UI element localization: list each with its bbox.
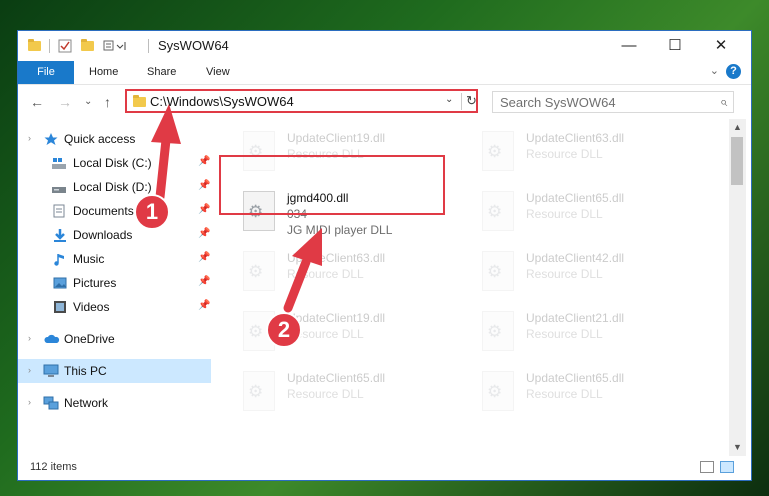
tab-file[interactable]: File [18, 61, 74, 84]
dll-file-icon [482, 311, 514, 351]
file-item[interactable]: UpdateClient42.dll Resource DLL [476, 245, 706, 301]
search-icon[interactable]: ⌕ [720, 94, 727, 110]
scroll-thumb[interactable] [731, 137, 743, 185]
window-title: SysWOW64 [158, 38, 229, 53]
search-placeholder: Search SysWOW64 [500, 95, 616, 110]
cloud-icon [44, 332, 60, 346]
sidebar-item-local-disk-d[interactable]: Local Disk (D:) 📌 [18, 175, 211, 199]
network-icon [43, 396, 59, 410]
scroll-down-button[interactable]: ▼ [729, 439, 746, 456]
pin-icon: 📌 [198, 228, 211, 239]
dll-file-icon [482, 191, 514, 231]
sidebar-item-downloads[interactable]: Downloads 📌 [18, 223, 211, 247]
customize-quick-access-icon[interactable] [103, 39, 129, 53]
file-item[interactable]: UpdateClient65.dll Resource DLL [476, 185, 706, 241]
sidebar-item-videos[interactable]: Videos 📌 [18, 295, 211, 319]
large-icons-view-icon[interactable] [720, 461, 734, 473]
downloads-icon [53, 228, 67, 242]
star-icon [44, 132, 58, 146]
forward-button[interactable]: → [58, 94, 72, 110]
sidebar-item-local-disk-c[interactable]: Local Disk (C:) 📌 [18, 151, 211, 175]
file-item[interactable]: UpdateClient65.dll Resource DLL [237, 365, 467, 421]
close-button[interactable]: ✕ [698, 31, 744, 61]
tab-view[interactable]: View [206, 61, 230, 84]
title-bar: SysWOW64 — ☐ ✕ [18, 31, 751, 61]
drive-icon [51, 180, 66, 194]
documents-icon [53, 204, 67, 218]
tab-share[interactable]: Share [147, 61, 176, 84]
pin-icon: 📌 [198, 204, 211, 215]
sidebar-item-documents[interactable]: Documents 📌 [18, 199, 211, 223]
file-item-jgmd400[interactable]: jgmd400.dll 034 JG MIDI player DLL [237, 185, 467, 241]
address-dropdown-icon[interactable]: ⌄ [445, 94, 453, 105]
minimize-button[interactable]: — [606, 31, 652, 61]
dll-file-icon [243, 191, 275, 231]
file-item[interactable]: UpdateClient63.dll Resource DLL [237, 245, 467, 301]
sidebar-item-pictures[interactable]: Pictures 📌 [18, 271, 211, 295]
item-count: 112 items [30, 461, 77, 473]
sidebar-item-this-pc[interactable]: › This PC [18, 359, 211, 383]
explorer-window: SysWOW64 — ☐ ✕ File Home Share View ⌄ ? … [17, 30, 752, 481]
drive-icon [51, 156, 66, 170]
scroll-up-button[interactable]: ▲ [729, 119, 746, 136]
pin-icon: 📌 [198, 252, 211, 263]
search-input[interactable]: Search SysWOW64 ⌕ [492, 91, 734, 113]
pictures-icon [53, 276, 67, 290]
dll-file-icon [243, 131, 275, 171]
properties-icon[interactable] [58, 39, 72, 53]
refresh-icon[interactable]: ↻ [466, 93, 477, 109]
vertical-scrollbar[interactable]: ▲ ▼ [729, 119, 746, 456]
dll-file-icon [243, 251, 275, 291]
dll-file-icon [482, 251, 514, 291]
music-icon [53, 252, 67, 266]
sidebar-item-quick-access[interactable]: › Quick access [18, 127, 211, 151]
folder-icon [133, 95, 146, 107]
dll-file-icon [243, 371, 275, 411]
videos-icon [53, 300, 67, 314]
pin-icon: 📌 [198, 180, 211, 191]
pin-icon: 📌 [198, 276, 211, 287]
tab-home[interactable]: Home [89, 61, 118, 84]
sidebar-item-music[interactable]: Music 📌 [18, 247, 211, 271]
maximize-button[interactable]: ☐ [652, 31, 698, 61]
back-button[interactable]: ← [30, 94, 44, 110]
sidebar-item-onedrive[interactable]: › OneDrive [18, 327, 211, 351]
file-item[interactable]: UpdateClient19.dll Resource DLL [237, 305, 467, 361]
file-item[interactable]: UpdateClient19.dll Resource DLL [237, 125, 467, 181]
up-button[interactable]: ↑ [104, 94, 111, 110]
pin-icon: 📌 [198, 156, 211, 167]
dll-file-icon [482, 131, 514, 171]
pin-icon: 📌 [198, 300, 211, 311]
computer-icon [43, 364, 59, 378]
address-bar[interactable]: C:\Windows\SysWOW64 ⌄ ↻ [125, 89, 478, 113]
expand-ribbon-icon[interactable]: ⌄ [710, 64, 719, 77]
file-item[interactable]: UpdateClient63.dll Resource DLL [476, 125, 706, 181]
ribbon-tabs: File Home Share View ⌄ ? [18, 61, 751, 85]
sidebar-item-network[interactable]: › Network [18, 391, 211, 415]
dll-file-icon [243, 311, 275, 351]
file-item[interactable]: UpdateClient65.dll Resource DLL [476, 365, 706, 421]
file-list: UpdateClient19.dll Resource DLL UpdateCl… [221, 119, 729, 456]
details-view-icon[interactable] [700, 461, 714, 473]
status-bar: 112 items [18, 456, 751, 480]
dll-file-icon [482, 371, 514, 411]
file-item[interactable]: UpdateClient21.dll Resource DLL [476, 305, 706, 361]
navigation-pane: › Quick access Local Disk (C:) 📌 Local D… [18, 119, 211, 456]
address-row: ← → ⌄ ↑ C:\Windows\SysWOW64 ⌄ ↻ Search S… [18, 85, 751, 119]
address-path[interactable]: C:\Windows\SysWOW64 [150, 94, 294, 109]
recent-locations-button[interactable]: ⌄ [84, 96, 92, 107]
help-icon[interactable]: ? [726, 64, 741, 79]
